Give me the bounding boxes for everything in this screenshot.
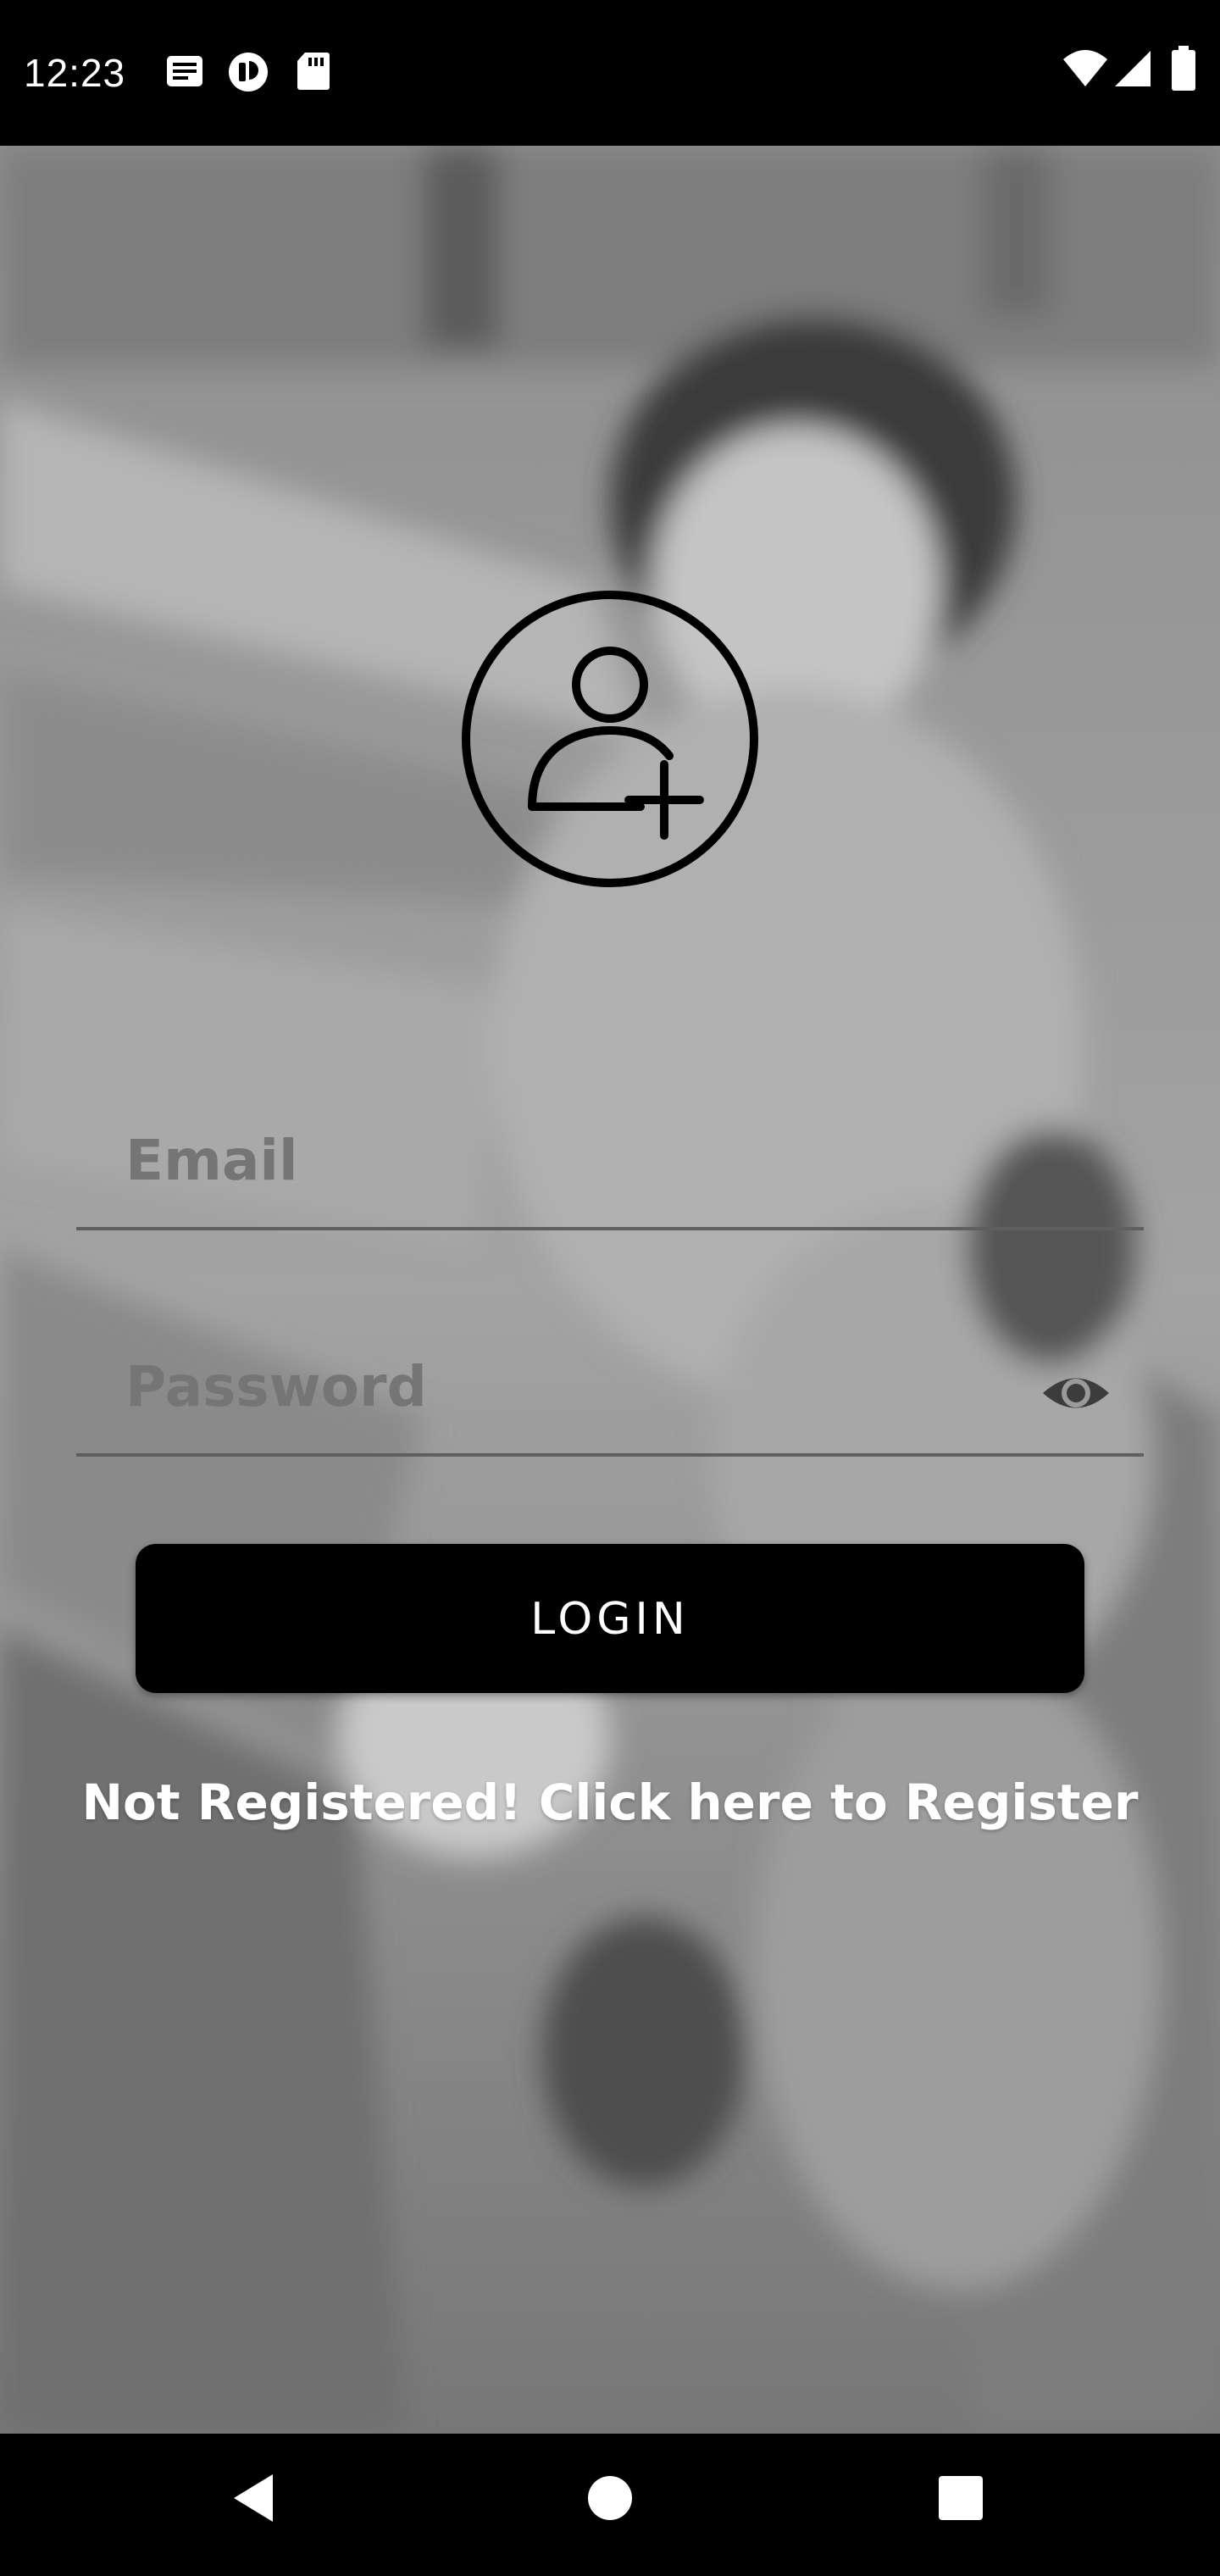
cellular-signal-icon (1115, 51, 1151, 86)
eye-icon[interactable] (1038, 1355, 1114, 1431)
navigation-bar (0, 2434, 1220, 2576)
register-link[interactable]: Not Registered! Click here to Register (0, 1764, 1220, 1840)
password-field[interactable] (76, 1330, 1144, 1457)
battery-icon (1172, 46, 1195, 91)
sd-card-icon (297, 53, 330, 90)
login-button[interactable]: LOGIN (136, 1544, 1084, 1693)
recents-icon[interactable] (937, 2471, 984, 2525)
app-notification-icon (229, 53, 268, 92)
home-icon[interactable] (585, 2471, 635, 2525)
email-field[interactable] (76, 1103, 1144, 1230)
login-screen: 12:23 Email LOGIN Not Registered! Click … (0, 0, 1220, 2576)
add-user-icon (462, 591, 758, 887)
status-time: 12:23 (24, 51, 126, 95)
email-input[interactable] (125, 1119, 1015, 1203)
status-bar: 12:23 (0, 0, 1220, 146)
login-content: LOGIN Not Registered! Click here to Regi… (0, 146, 1220, 2434)
news-notification-icon (167, 56, 202, 86)
photo-background-icon (0, 146, 1220, 2434)
wifi-icon (1063, 50, 1107, 86)
password-input[interactable] (125, 1345, 1015, 1430)
back-icon[interactable] (229, 2471, 280, 2525)
